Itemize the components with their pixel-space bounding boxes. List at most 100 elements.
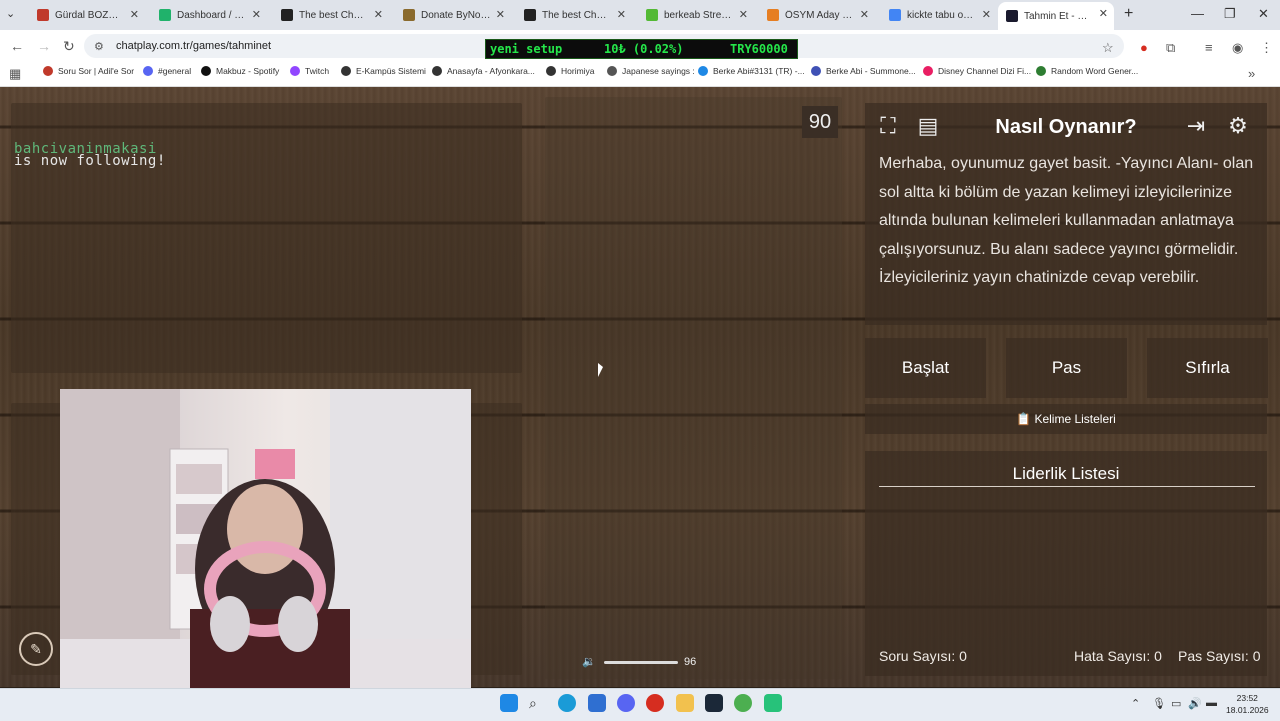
- extensions-icon[interactable]: ⧉: [1166, 40, 1175, 56]
- bookmark-item[interactable]: Berke Abi - Summone...: [811, 66, 916, 76]
- reload-button[interactable]: ↻: [63, 38, 75, 55]
- minimize-button[interactable]: —: [1191, 6, 1204, 21]
- sound-icon[interactable]: 🔊: [1188, 697, 1202, 710]
- tab-close-icon[interactable]: ✕: [739, 8, 748, 21]
- tab-close-icon[interactable]: ✕: [496, 8, 505, 21]
- edge-icon[interactable]: [558, 694, 576, 712]
- microphone-icon[interactable]: 🎙: [1152, 697, 1166, 710]
- maximize-button[interactable]: ❐: [1224, 6, 1236, 22]
- bookmark-favicon-icon: [341, 66, 351, 76]
- bookmark-label: #general: [158, 66, 192, 76]
- follow-alert: bahcivaninmakasi is now following!: [14, 142, 166, 169]
- volume-slider[interactable]: [604, 661, 678, 664]
- bookmark-label: Horimiya: [561, 66, 595, 76]
- close-window-button[interactable]: ✕: [1258, 6, 1269, 22]
- tab-label: ÖSYM Aday İşlemle...: [785, 9, 855, 21]
- url-text[interactable]: chatplay.com.tr/games/tahminet: [116, 40, 271, 52]
- bookmark-favicon-icon: [432, 66, 442, 76]
- volume-control[interactable]: 🔉 96: [576, 648, 706, 676]
- bookmark-item[interactable]: Berke Abi#3131 (TR) -...: [698, 66, 805, 76]
- tab-label: Donate ByNoGame: [421, 9, 491, 21]
- tab-close-icon[interactable]: ✕: [617, 8, 626, 21]
- apps-grid-icon[interactable]: ▦: [9, 66, 21, 82]
- media-icon[interactable]: ≡: [1205, 40, 1213, 55]
- browser-tab[interactable]: kickte tabu oyna - G... ✕: [881, 3, 997, 27]
- bookmark-item[interactable]: Random Word Gener...: [1036, 66, 1138, 76]
- network-icon[interactable]: ▭: [1171, 697, 1181, 710]
- browser-tab[interactable]: Tahmin Et - ChatPla... ✕: [998, 2, 1114, 30]
- bookmark-item[interactable]: Soru Sor | Adil'e Sor: [43, 66, 134, 76]
- tab-favicon-icon: [524, 9, 536, 21]
- tab-close-icon[interactable]: ✕: [374, 8, 383, 21]
- tab-search-button[interactable]: ⌄: [6, 7, 15, 20]
- system-clock[interactable]: 23:52 18.01.2026: [1226, 692, 1269, 716]
- tab-favicon-icon: [37, 9, 49, 21]
- bookmark-item[interactable]: Twitch: [290, 66, 329, 76]
- chrome-icon[interactable]: [734, 694, 752, 712]
- new-tab-button[interactable]: +: [1124, 5, 1133, 23]
- browser-tab[interactable]: Donate ByNoGame ✕: [395, 3, 511, 27]
- opera-icon[interactable]: [646, 694, 664, 712]
- bookmark-item[interactable]: Makbuz - Spotify: [201, 66, 279, 76]
- tab-close-icon[interactable]: ✕: [1099, 7, 1108, 20]
- browser-tab[interactable]: Dashboard / Stream... ✕: [151, 3, 267, 27]
- discord-icon[interactable]: [617, 694, 635, 712]
- app-icon[interactable]: [764, 694, 782, 712]
- bookmark-star-icon[interactable]: ☆: [1102, 40, 1114, 56]
- error-count: Hata Sayısı: 0: [1074, 648, 1162, 664]
- bookmark-favicon-icon: [698, 66, 708, 76]
- reset-button[interactable]: Sıfırla: [1147, 338, 1268, 398]
- store-icon[interactable]: [588, 694, 606, 712]
- ticker-left: yeni setup: [490, 42, 563, 56]
- tab-label: The best ChatBot a...: [299, 9, 369, 21]
- back-button[interactable]: ←: [10, 38, 24, 54]
- tray-overflow-icon[interactable]: ⌃: [1131, 697, 1140, 710]
- profile-avatar[interactable]: ◉: [1232, 40, 1243, 56]
- clock-date: 18.01.2026: [1226, 705, 1269, 715]
- opera-extension-icon[interactable]: ●: [1140, 40, 1148, 55]
- bookmark-favicon-icon: [143, 66, 153, 76]
- more-bookmarks-icon[interactable]: »: [1248, 66, 1255, 81]
- menu-icon[interactable]: ⋮: [1260, 40, 1273, 56]
- bookmark-label: Random Word Gener...: [1051, 66, 1139, 76]
- bookmark-item[interactable]: Japanese sayings :: [607, 66, 695, 76]
- pass-button[interactable]: Pas: [1006, 338, 1127, 398]
- tab-close-icon[interactable]: ✕: [252, 8, 261, 21]
- bookmark-favicon-icon: [201, 66, 211, 76]
- follow-text: is now following!: [14, 153, 166, 169]
- browser-tab[interactable]: The best ChatBot a... ✕: [273, 3, 389, 27]
- browser-tab[interactable]: ÖSYM Aday İşlemle... ✕: [759, 3, 875, 27]
- forward-button[interactable]: →: [37, 38, 51, 54]
- site-info-icon[interactable]: ⚙: [94, 40, 104, 53]
- bookmark-item[interactable]: E-Kampüs Sistemi: [341, 66, 426, 76]
- bookmark-item[interactable]: Horimiya: [546, 66, 595, 76]
- speaker-icon[interactable]: 🔉: [582, 655, 596, 668]
- tab-close-icon[interactable]: ✕: [860, 8, 869, 21]
- bookmark-item[interactable]: Disney Channel Dizi Fi...: [923, 66, 1031, 76]
- round-timer: 90: [802, 106, 838, 138]
- leaderboard-title: Liderlik Listesi: [1012, 464, 1120, 483]
- bookmark-label: Berke Abi - Summone...: [826, 66, 916, 76]
- tab-close-icon[interactable]: ✕: [982, 8, 991, 21]
- start-button[interactable]: Başlat: [865, 338, 986, 398]
- file-explorer-icon[interactable]: [676, 694, 694, 712]
- word-lists-button[interactable]: 📋 Kelime Listeleri: [865, 404, 1267, 434]
- how-to-play-text: Merhaba, oyunumuz gayet basit. -Yayıncı …: [879, 155, 1254, 286]
- bookmark-item[interactable]: #general: [143, 66, 191, 76]
- tab-favicon-icon: [889, 9, 901, 21]
- bookmark-label: Japanese sayings :: [622, 66, 695, 76]
- steam-icon[interactable]: [705, 694, 723, 712]
- bookmark-favicon-icon: [43, 66, 53, 76]
- browser-tab[interactable]: berkeab Stream - V... ✕: [638, 3, 754, 27]
- tab-close-icon[interactable]: ✕: [130, 8, 139, 21]
- edit-pencil-icon[interactable]: ✎: [19, 632, 53, 666]
- tab-favicon-icon: [281, 9, 293, 21]
- search-icon[interactable]: ⌕: [529, 695, 547, 713]
- ticker-goal: TRY60000: [730, 42, 788, 56]
- mouse-cursor: [598, 363, 603, 377]
- browser-tab[interactable]: Gürdal BOZOK#19... ✕: [29, 3, 145, 27]
- battery-icon[interactable]: ▬: [1206, 697, 1217, 709]
- bookmark-item[interactable]: Anasayfa - Afyonkara...: [432, 66, 535, 76]
- start-menu-icon[interactable]: [500, 694, 518, 712]
- browser-tab[interactable]: The best ChatBot a... ✕: [516, 3, 632, 27]
